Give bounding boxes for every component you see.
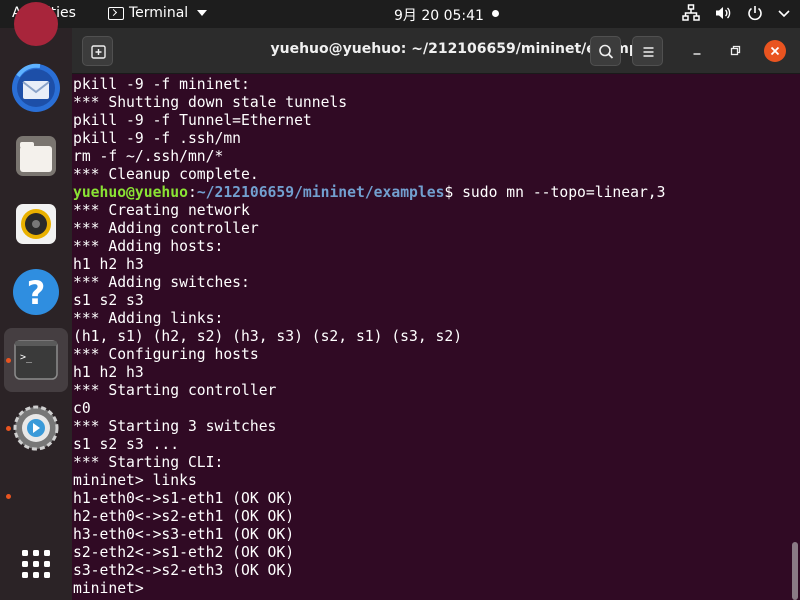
terminal-output[interactable]: pkill -9 -f mininet: *** Shutting down st… (72, 74, 800, 600)
running-indicator (6, 494, 11, 499)
terminal-line: *** Configuring hosts (73, 346, 259, 363)
prompt-user: yuehuo@yuehuo (73, 184, 188, 201)
terminal-line: h1 h2 h3 (73, 364, 144, 381)
gear-icon (13, 405, 59, 451)
mail-icon (12, 63, 60, 112)
minimize-icon (693, 53, 701, 55)
speaker-icon (16, 204, 56, 244)
clock[interactable]: 9月 20 05:41 (394, 5, 484, 25)
dock-item-help[interactable]: ? (4, 260, 68, 324)
svg-text:?: ? (27, 274, 46, 312)
scrollbar[interactable] (792, 542, 798, 600)
prompt-path: ~/212106659/mininet/examples (196, 184, 445, 201)
dock-item-cutoff[interactable] (4, 0, 68, 56)
prompt-end: $ (444, 184, 454, 201)
terminal-line: s3-eth2<->s2-eth3 (OK OK) (73, 562, 295, 579)
terminal-line: *** Shutting down stale tunnels (73, 94, 348, 111)
dock-item-rhythmbox[interactable] (4, 192, 68, 256)
terminal-lines: pkill -9 -f mininet: *** Shutting down st… (73, 76, 665, 598)
top-bar: Activities Terminal 9月 20 05:41 (0, 0, 800, 28)
dock-item-settings[interactable] (4, 396, 68, 460)
terminal-line: c0 (73, 400, 91, 417)
search-button[interactable] (590, 36, 621, 66)
network-icon[interactable] (682, 4, 700, 22)
terminal-line: *** Creating network (73, 202, 250, 219)
terminal-icon (108, 6, 124, 20)
terminal-line: s1 s2 s3 ... (73, 436, 180, 453)
terminal-window: yuehuo@yuehuo: ~/212106659/mininet/examp… (72, 28, 800, 600)
terminal-line: *** Adding links: (73, 310, 224, 327)
prompt-separator: : (187, 184, 197, 201)
terminal-line: *** Cleanup complete. (73, 166, 259, 183)
terminal-line: *** Adding controller (73, 220, 259, 237)
terminal-line: h2-eth0<->s2-eth1 (OK OK) (73, 508, 295, 525)
running-indicator (6, 358, 11, 363)
terminal-line: mininet> links (73, 472, 197, 489)
terminal-line: pkill -9 -f mininet: (73, 76, 250, 93)
search-icon (599, 44, 614, 59)
dock-item-files[interactable] (4, 124, 68, 188)
terminal-line: *** Starting 3 switches (73, 418, 277, 435)
dock-item-show-applications[interactable] (4, 532, 68, 596)
hamburger-icon (643, 47, 654, 57)
close-button[interactable] (764, 40, 786, 62)
maximize-button[interactable] (724, 40, 746, 62)
dock-item-terminal[interactable]: >_ (4, 328, 68, 392)
terminal-line: h1 h2 h3 (73, 256, 144, 273)
terminal-line: h3-eth0<->s3-eth1 (OK OK) (73, 526, 295, 543)
terminal-line: s2-eth2<->s1-eth2 (OK OK) (73, 544, 295, 561)
volume-icon[interactable] (714, 4, 732, 22)
terminal-line: rm -f ~/.ssh/mn/* (73, 148, 224, 165)
app-menu[interactable]: Terminal (108, 5, 208, 21)
menu-button[interactable] (632, 36, 663, 66)
grid-icon (22, 550, 50, 578)
power-icon[interactable] (746, 4, 764, 22)
help-icon: ? (13, 269, 59, 315)
command-text: sudo mn --topo=linear,3 (453, 184, 666, 201)
terminal-line: s1 s2 s3 (73, 292, 144, 309)
terminal-line: *** Adding hosts: (73, 238, 224, 255)
terminal-line: pkill -9 -f Tunnel=Ethernet (73, 112, 312, 129)
minimize-button[interactable] (686, 40, 708, 62)
title-bar[interactable]: yuehuo@yuehuo: ~/212106659/mininet/examp… (72, 28, 800, 74)
terminal-line: *** Starting CLI: (73, 454, 224, 471)
caret-down-icon (197, 10, 208, 16)
terminal-line: yuehuo@yuehuo:~/212106659/mininet/exampl… (73, 184, 665, 202)
restore-icon (730, 45, 741, 56)
app-menu-label: Terminal (129, 5, 189, 21)
svg-text:>_: >_ (20, 352, 33, 363)
terminal-line: pkill -9 -f .ssh/mn (73, 130, 242, 147)
close-icon (770, 46, 780, 56)
terminal-icon: >_ (14, 340, 58, 380)
chevron-down-icon[interactable] (778, 4, 790, 22)
notification-dot (492, 10, 499, 17)
running-indicator (6, 426, 11, 431)
terminal-line: *** Adding switches: (73, 274, 250, 291)
dock: ? >_ (0, 2, 72, 600)
app-icon (14, 2, 58, 46)
system-tray[interactable] (682, 4, 790, 22)
terminal-line: mininet> (73, 580, 153, 597)
terminal-line: h1-eth0<->s1-eth1 (OK OK) (73, 490, 295, 507)
dock-item-thunderbird[interactable] (4, 56, 68, 120)
terminal-line: (h1, s1) (h2, s2) (h3, s3) (s2, s1) (s3,… (73, 328, 463, 345)
terminal-line: *** Starting controller (73, 382, 277, 399)
folder-icon (16, 136, 56, 176)
